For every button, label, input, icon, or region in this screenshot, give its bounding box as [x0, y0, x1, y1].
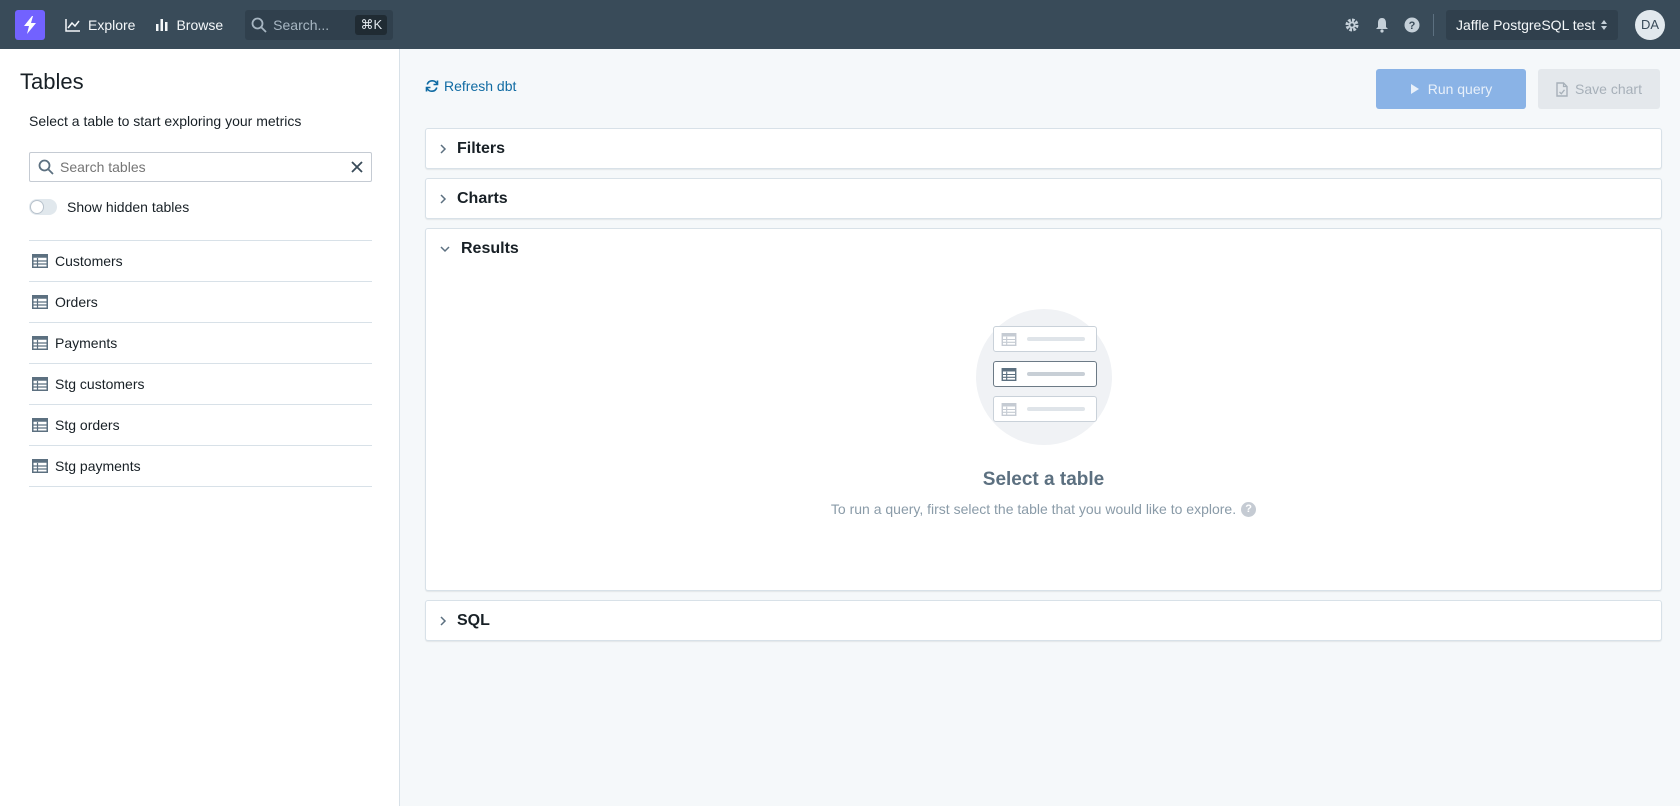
help-icon[interactable]: ?	[1241, 501, 1257, 517]
filters-header[interactable]: Filters	[426, 129, 1661, 169]
refresh-icon	[425, 80, 439, 92]
table-item-label: Payments	[55, 335, 118, 351]
table-icon	[32, 295, 48, 309]
project-name: Jaffle PostgreSQL test	[1456, 16, 1596, 33]
settings-button[interactable]	[1337, 10, 1367, 40]
table-item-customers[interactable]: Customers	[29, 241, 372, 282]
save-chart-button[interactable]: Save chart	[1538, 69, 1660, 109]
double-caret-icon	[1601, 19, 1607, 30]
illustration-row-active	[992, 361, 1097, 387]
results-title: Results	[461, 240, 519, 257]
results-header[interactable]: Results	[426, 229, 1661, 269]
search-placeholder: Search...	[273, 16, 330, 33]
browse-button[interactable]: Browse	[145, 10, 233, 40]
table-icon	[32, 459, 48, 473]
charts-header[interactable]: Charts	[426, 179, 1661, 219]
table-search-field[interactable]	[29, 152, 372, 182]
table-list: Customers Orders Payments Stg customers …	[29, 240, 372, 487]
sql-header[interactable]: SQL	[426, 601, 1661, 641]
chart-line-icon	[65, 18, 80, 32]
chevron-down-icon	[440, 246, 450, 253]
lightning-icon	[24, 15, 36, 34]
bar-chart-icon	[156, 18, 168, 31]
table-icon	[32, 254, 48, 268]
refresh-dbt-button[interactable]: Refresh dbt	[425, 78, 516, 94]
notifications-button[interactable]	[1367, 10, 1397, 40]
sql-card: SQL	[425, 600, 1662, 641]
table-item-label: Stg orders	[55, 417, 120, 433]
table-icon	[1001, 332, 1016, 346]
tables-sidebar: Tables Select a table to start exploring…	[0, 49, 400, 806]
sidebar-description: Select a table to start exploring your m…	[29, 113, 302, 129]
table-item-stg-orders[interactable]: Stg orders	[29, 405, 372, 446]
empty-state-description: To run a query, first select the table t…	[830, 501, 1237, 517]
table-item-label: Customers	[55, 253, 123, 269]
illustration-bar	[1026, 372, 1085, 376]
lightdash-logo[interactable]	[15, 9, 45, 40]
empty-state-description-row: To run a query, first select the table t…	[830, 501, 1257, 517]
illustration-row	[992, 326, 1097, 352]
illustration-bar	[1026, 337, 1085, 341]
user-avatar[interactable]: DA	[1635, 9, 1665, 40]
svg-text:?: ?	[1409, 20, 1416, 32]
filters-card: Filters	[425, 128, 1662, 169]
results-empty-state: Select a table To run a query, first sel…	[426, 309, 1661, 519]
explorer-main: Refresh dbt Run query Save chart Filters…	[401, 49, 1680, 806]
search-icon	[251, 17, 267, 33]
chevron-right-icon	[440, 194, 447, 204]
sql-title: SQL	[457, 612, 490, 629]
explore-button[interactable]: Explore	[55, 10, 145, 40]
play-icon	[1410, 84, 1419, 94]
table-item-stg-payments[interactable]: Stg payments	[29, 446, 372, 487]
run-query-button[interactable]: Run query	[1376, 69, 1526, 109]
browse-label: Browse	[176, 16, 224, 33]
chevron-right-icon	[440, 616, 447, 626]
charts-title: Charts	[457, 190, 508, 207]
table-item-label: Stg payments	[55, 458, 141, 474]
navbar-right: ? Jaffle PostgreSQL test DA	[1337, 9, 1665, 40]
table-item-payments[interactable]: Payments	[29, 323, 372, 364]
navbar-divider	[1433, 13, 1434, 36]
gear-icon	[1345, 18, 1359, 31]
help-button[interactable]: ?	[1397, 10, 1427, 40]
table-icon	[32, 336, 48, 350]
clear-icon[interactable]	[351, 161, 363, 173]
table-icon	[32, 418, 48, 432]
table-item-orders[interactable]: Orders	[29, 282, 372, 323]
save-chart-label: Save chart	[1575, 81, 1642, 97]
top-navbar: Explore Browse Search... ⌘K ? Jaffle Pos…	[0, 0, 1680, 49]
illustration-bar	[1026, 407, 1085, 411]
filters-title: Filters	[457, 140, 506, 157]
toggle-switch[interactable]	[29, 199, 57, 215]
help-icon: ?	[1404, 17, 1420, 32]
show-hidden-tables-toggle[interactable]: Show hidden tables	[29, 199, 189, 215]
table-search-input[interactable]	[60, 159, 351, 175]
table-icon	[1001, 367, 1016, 381]
search-shortcut-badge: ⌘K	[355, 14, 388, 35]
sidebar-title: Tables	[20, 69, 84, 94]
refresh-dbt-label: Refresh dbt	[444, 78, 517, 94]
table-item-label: Stg customers	[55, 376, 145, 392]
table-item-label: Orders	[55, 294, 98, 310]
search-icon	[38, 159, 54, 175]
charts-card: Charts	[425, 178, 1662, 219]
bell-icon	[1376, 17, 1388, 33]
table-icon	[32, 377, 48, 391]
show-hidden-label: Show hidden tables	[67, 199, 190, 215]
results-card: Results Select a table To run a query, f…	[425, 228, 1662, 591]
table-icon	[1001, 402, 1016, 416]
empty-tables-illustration	[975, 309, 1112, 445]
explore-label: Explore	[88, 16, 136, 33]
chevron-right-icon	[440, 144, 447, 154]
illustration-row	[992, 396, 1097, 422]
global-search-input[interactable]: Search... ⌘K	[245, 9, 394, 40]
document-icon	[1556, 81, 1568, 97]
table-item-stg-customers[interactable]: Stg customers	[29, 364, 372, 405]
project-selector[interactable]: Jaffle PostgreSQL test	[1446, 9, 1618, 40]
empty-state-title: Select a table	[982, 469, 1105, 490]
run-query-label: Run query	[1427, 81, 1493, 97]
